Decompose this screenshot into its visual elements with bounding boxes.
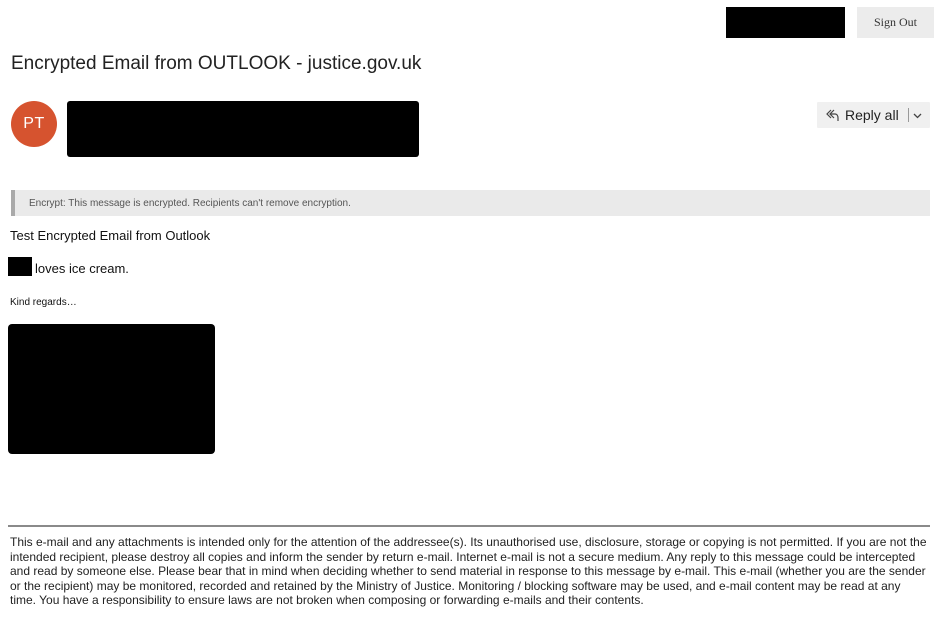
sender-avatar: PT xyxy=(11,101,57,147)
signoff-text: Kind regards… xyxy=(10,297,77,308)
redacted-account-name xyxy=(726,7,845,38)
redacted-name xyxy=(8,257,32,276)
chevron-down-icon xyxy=(913,106,922,124)
footer-divider xyxy=(8,525,930,527)
reply-options-dropdown[interactable] xyxy=(909,102,927,128)
redacted-signature xyxy=(8,324,215,454)
body-text-line: loves ice cream. xyxy=(35,261,129,276)
sign-out-button[interactable]: Sign Out xyxy=(857,7,934,38)
redacted-sender-info xyxy=(67,101,419,157)
legal-disclaimer: This e-mail and any attachments is inten… xyxy=(10,535,927,608)
reply-all-label: Reply all xyxy=(845,107,899,123)
sender-initials: PT xyxy=(23,115,45,132)
encryption-banner: Encrypt: This message is encrypted. Reci… xyxy=(11,190,930,216)
encryption-notice: Encrypt: This message is encrypted. Reci… xyxy=(29,197,351,209)
reply-all-button[interactable]: Reply all xyxy=(817,102,899,128)
body-text-line: Test Encrypted Email from Outlook xyxy=(10,228,211,243)
reply-all-icon xyxy=(825,108,839,122)
email-subject: Encrypted Email from OUTLOOK - justice.g… xyxy=(11,53,422,74)
reply-all-group: Reply all xyxy=(817,102,930,128)
